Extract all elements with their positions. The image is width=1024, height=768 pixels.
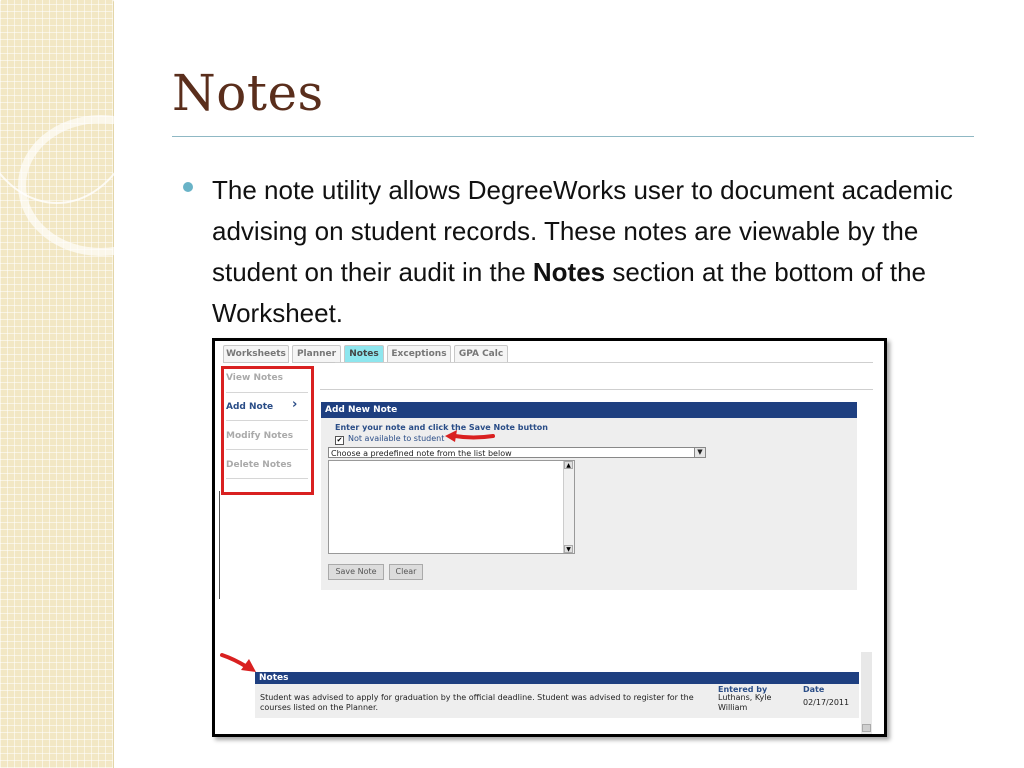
predefined-note-select-value: Choose a predefined note from the list b… bbox=[331, 449, 512, 458]
not-available-checkbox[interactable]: ✔ bbox=[335, 436, 344, 445]
add-note-header: Add New Note bbox=[321, 402, 857, 418]
page-scrollbar[interactable] bbox=[861, 652, 872, 734]
date-header: Date bbox=[803, 685, 825, 694]
scroll-down-icon[interactable] bbox=[862, 724, 871, 732]
predefined-note-select[interactable]: Choose a predefined note from the list b… bbox=[328, 447, 706, 458]
save-note-button[interactable]: Save Note bbox=[328, 564, 384, 580]
content-divider bbox=[320, 389, 873, 390]
tab-divider bbox=[335, 362, 873, 363]
decorative-band bbox=[0, 0, 184, 768]
tab-notes[interactable]: Notes bbox=[344, 345, 384, 363]
slide-title: Notes bbox=[172, 64, 324, 122]
degreeworks-screenshot: Worksheets Planner Notes Exceptions GPA … bbox=[212, 338, 887, 737]
scroll-down-icon[interactable]: ▼ bbox=[564, 545, 573, 553]
chevron-down-icon[interactable]: ▼ bbox=[694, 448, 705, 457]
date-value: 02/17/2011 bbox=[803, 698, 850, 707]
notes-section-header: Notes bbox=[255, 672, 859, 684]
bullet-text: The note utility allows DegreeWorks user… bbox=[212, 170, 1002, 334]
decorative-arc bbox=[18, 115, 184, 256]
notes-section-body: Entered by Date Student was advised to a… bbox=[255, 684, 859, 718]
red-arrow-icon bbox=[445, 430, 495, 442]
bullet-icon bbox=[183, 182, 193, 192]
bullet-text-bold: Notes bbox=[532, 257, 606, 287]
sidebar-edge bbox=[219, 491, 220, 599]
not-available-row: ✔ Not available to student bbox=[335, 434, 444, 445]
highlight-box bbox=[221, 366, 314, 495]
textarea-scrollbar[interactable]: ▲ ▼ bbox=[563, 461, 574, 553]
add-note-panel: Add New Note Enter your note and click t… bbox=[321, 402, 857, 590]
tab-worksheets[interactable]: Worksheets bbox=[223, 345, 289, 363]
red-arrow-icon bbox=[220, 653, 256, 672]
tab-exceptions[interactable]: Exceptions bbox=[387, 345, 451, 363]
tab-planner[interactable]: Planner bbox=[292, 345, 341, 363]
entered-by-value: Luthans, Kyle William bbox=[718, 693, 772, 712]
scroll-up-icon[interactable]: ▲ bbox=[564, 461, 573, 469]
add-note-instruction: Enter your note and click the Save Note … bbox=[335, 423, 548, 432]
note-text: Student was advised to apply for graduat… bbox=[260, 693, 694, 712]
tab-gpa-calc[interactable]: GPA Calc bbox=[454, 345, 508, 363]
note-textarea[interactable]: ▲ ▼ bbox=[328, 460, 575, 554]
title-divider bbox=[172, 136, 974, 137]
clear-button[interactable]: Clear bbox=[389, 564, 423, 580]
not-available-label: Not available to student bbox=[348, 434, 445, 443]
